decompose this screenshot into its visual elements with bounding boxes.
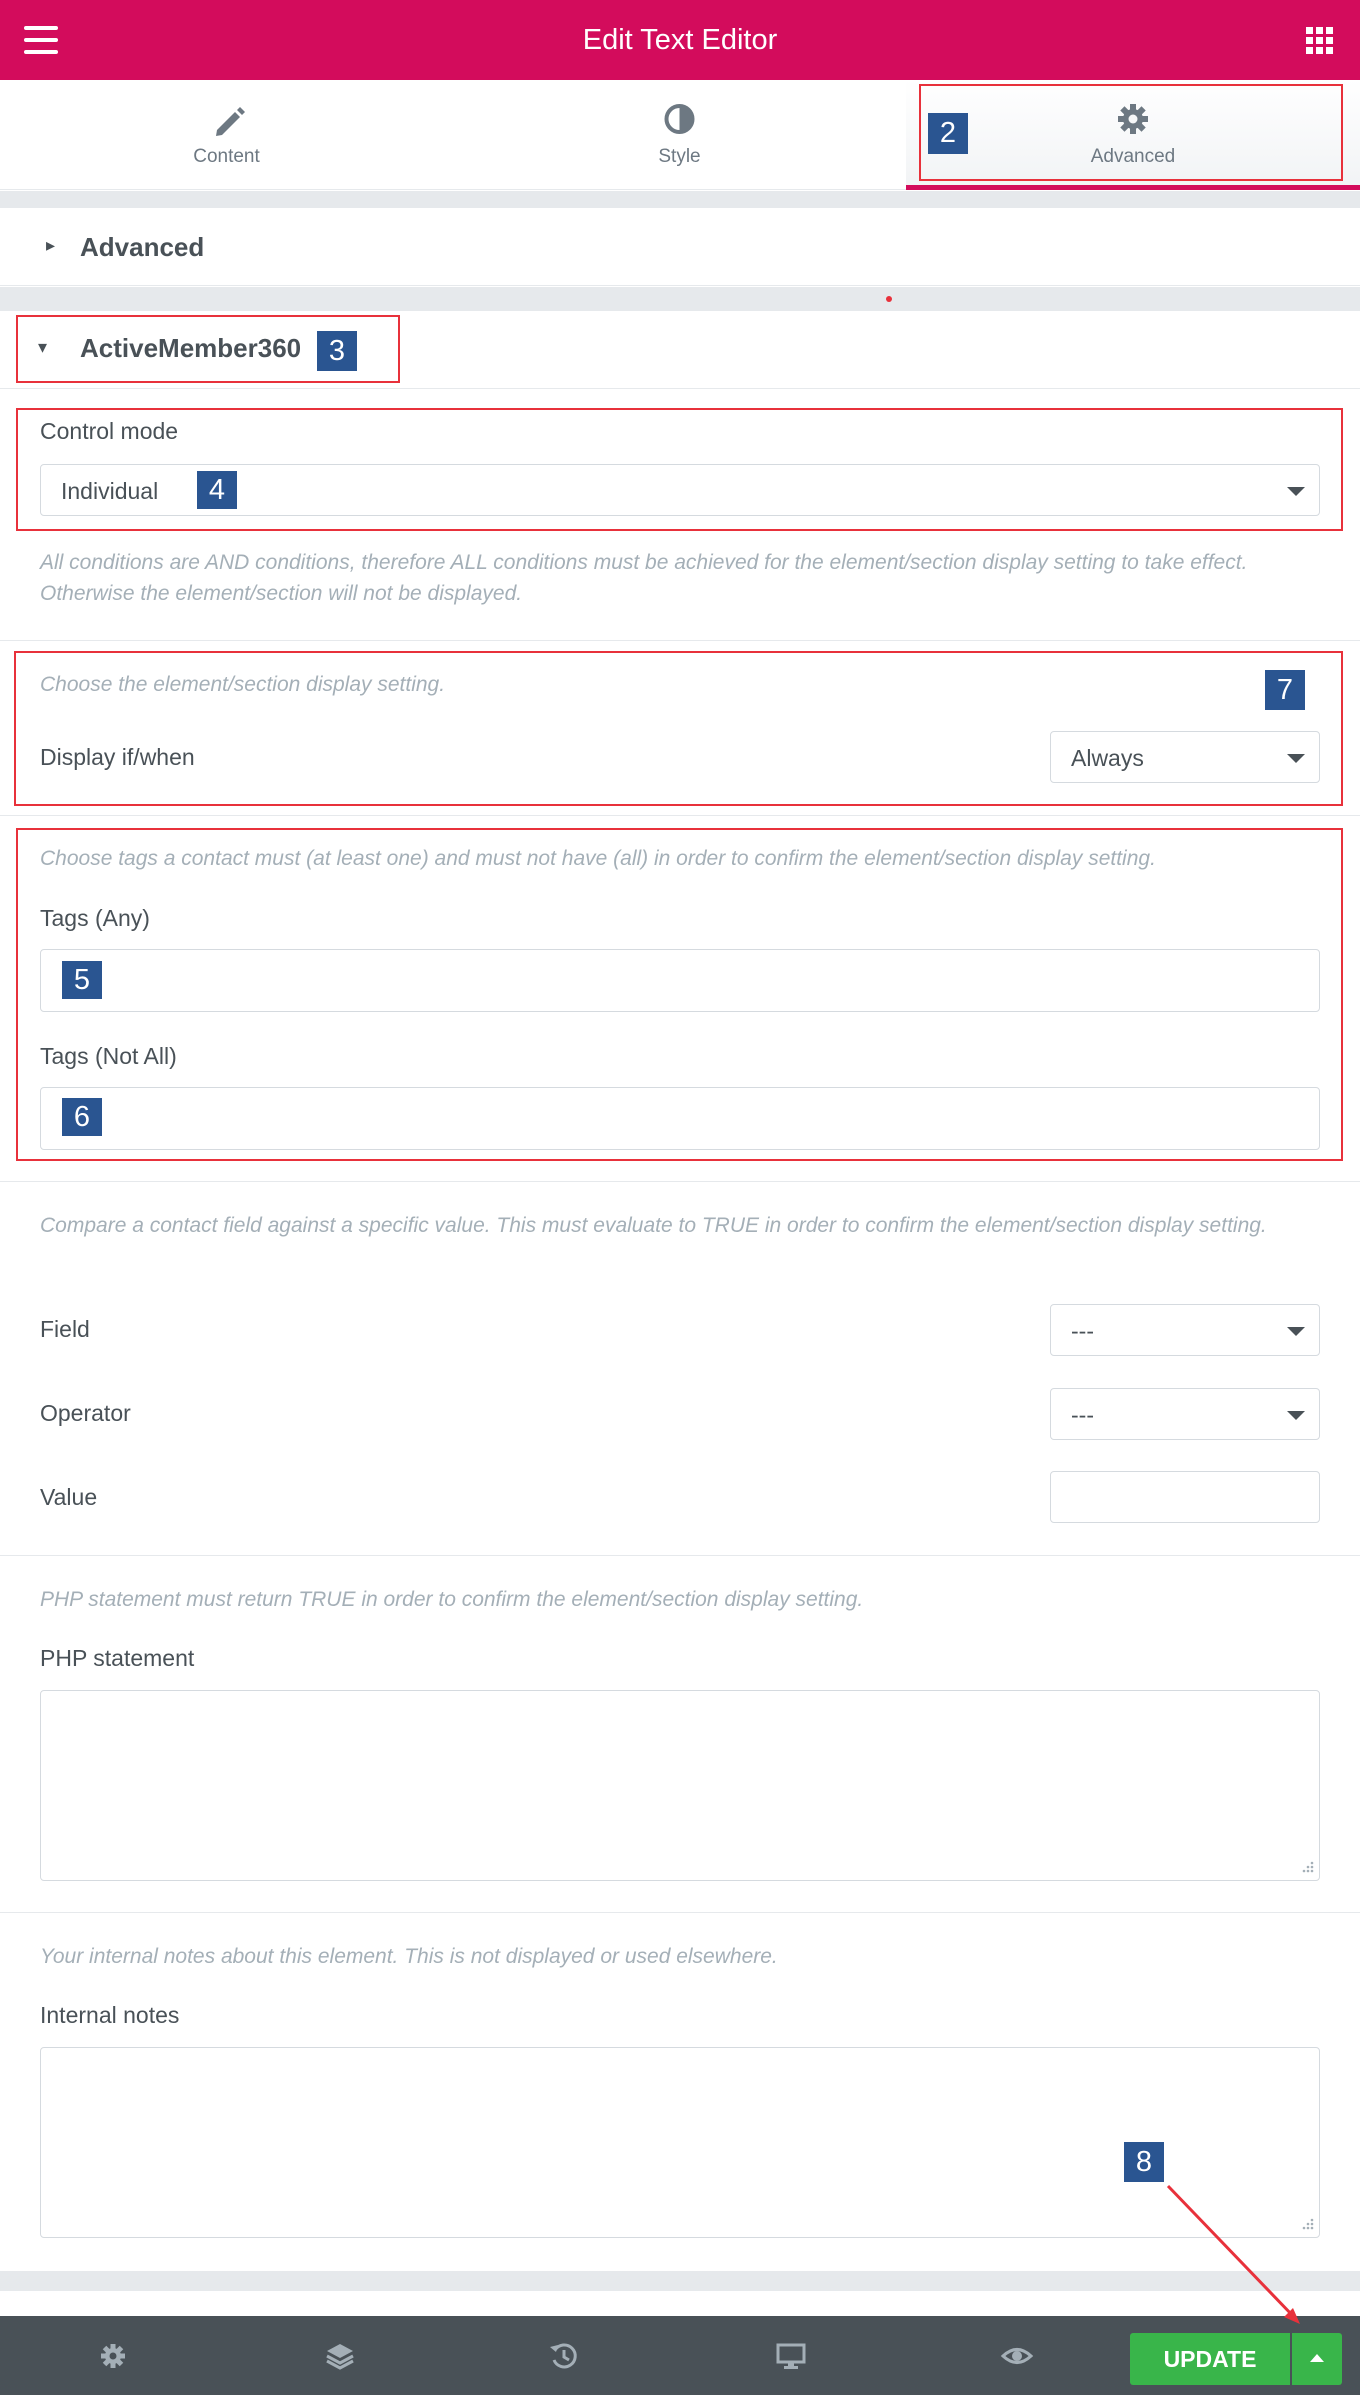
- panel-tabs: Content Style Advanced: [0, 80, 1360, 190]
- tab-style-label: Style: [658, 146, 701, 167]
- section-advanced-title: Advanced: [80, 232, 205, 262]
- section-gap: [0, 2271, 1360, 2291]
- settings-icon[interactable]: [95, 2338, 131, 2374]
- display-description: Choose the element/section display setti…: [40, 673, 446, 696]
- tags-not-all-input[interactable]: [40, 1087, 1320, 1150]
- field-select[interactable]: ---: [1050, 1304, 1320, 1356]
- section-gap: [0, 191, 1360, 208]
- resize-grip-icon[interactable]: [1299, 1860, 1315, 1876]
- divider: [0, 640, 1360, 641]
- tab-style[interactable]: Style: [453, 80, 906, 190]
- section-gap: [0, 287, 1360, 311]
- operator-select[interactable]: ---: [1050, 1388, 1320, 1440]
- grid-icon[interactable]: [1306, 27, 1333, 54]
- tags-not-all-label: Tags (Not All): [40, 1043, 177, 1069]
- annotation-badge: 8: [1124, 2142, 1164, 2182]
- display-label: Display if/when: [40, 744, 195, 770]
- tab-advanced[interactable]: Advanced: [906, 80, 1360, 190]
- control-mode-label: Control mode: [40, 418, 179, 444]
- display-select[interactable]: Always: [1050, 731, 1320, 783]
- notes-description: Your internal notes about this element. …: [40, 1945, 778, 1968]
- preview-icon[interactable]: [999, 2338, 1035, 2374]
- annotation-badge: 7: [1265, 670, 1305, 710]
- divider: [0, 1181, 1360, 1182]
- panel-header: Edit Text Editor: [0, 0, 1360, 80]
- chevron-down-icon: [1287, 487, 1305, 496]
- annotation-badge: 5: [62, 961, 102, 999]
- pencil-icon: [216, 107, 245, 136]
- divider: [0, 815, 1360, 816]
- gear-icon: [1118, 104, 1148, 134]
- php-description: PHP statement must return TRUE in order …: [40, 1588, 864, 1611]
- divider: [0, 1912, 1360, 1913]
- caret-down-icon: ▾: [38, 337, 48, 357]
- chevron-down-icon: [1287, 1327, 1305, 1336]
- tab-content[interactable]: Content: [0, 80, 453, 190]
- annotation-badge: 3: [317, 331, 357, 371]
- section-activemember-header[interactable]: ▾ ActiveMember360: [0, 311, 1360, 389]
- annotation-badge: 2: [928, 113, 968, 154]
- divider: [0, 1555, 1360, 1556]
- panel-footer: UPDATE: [0, 2316, 1360, 2395]
- chevron-down-icon: [1287, 1411, 1305, 1420]
- operator-label: Operator: [40, 1400, 131, 1426]
- tags-any-input[interactable]: [40, 949, 1320, 1012]
- control-mode-value: Individual: [61, 478, 159, 504]
- operator-select-value: ---: [1071, 1402, 1094, 1428]
- control-mode-description: All conditions are AND conditions, there…: [40, 551, 1248, 605]
- chevron-down-icon: [1287, 754, 1305, 763]
- caret-right-icon: ▸: [46, 235, 56, 255]
- panel-title: Edit Text Editor: [582, 24, 778, 56]
- section-activemember-title: ActiveMember360: [80, 333, 302, 363]
- dot-marker: [886, 296, 892, 302]
- tags-any-label: Tags (Any): [40, 905, 150, 931]
- update-options-button[interactable]: [1292, 2333, 1342, 2385]
- php-label: PHP statement: [40, 1645, 195, 1671]
- field-compare-description: Compare a contact field against a specif…: [40, 1214, 1267, 1237]
- value-label: Value: [40, 1484, 98, 1510]
- tags-description: Choose tags a contact must (at least one…: [40, 847, 1156, 870]
- field-select-value: ---: [1071, 1318, 1094, 1344]
- tab-advanced-label: Advanced: [1090, 146, 1176, 167]
- layers-icon[interactable]: [322, 2338, 358, 2374]
- half-circle-icon: [664, 104, 695, 134]
- update-button[interactable]: UPDATE: [1130, 2333, 1290, 2385]
- annotation-badge: 4: [197, 471, 237, 509]
- php-textarea[interactable]: [40, 1690, 1320, 1881]
- field-label: Field: [40, 1316, 90, 1342]
- tab-content-label: Content: [193, 146, 260, 167]
- active-tab-indicator: [906, 185, 1360, 190]
- value-input[interactable]: [1050, 1471, 1320, 1523]
- notes-label: Internal notes: [40, 2002, 180, 2028]
- annotation-badge: 6: [62, 1098, 102, 1136]
- history-icon[interactable]: [546, 2338, 582, 2374]
- display-value: Always: [1071, 745, 1144, 771]
- section-advanced-header[interactable]: ▸ Advanced: [0, 208, 1360, 286]
- responsive-icon[interactable]: [773, 2338, 809, 2374]
- caret-up-icon: [1310, 2354, 1324, 2362]
- annotation-arrow: [1166, 2184, 1300, 2324]
